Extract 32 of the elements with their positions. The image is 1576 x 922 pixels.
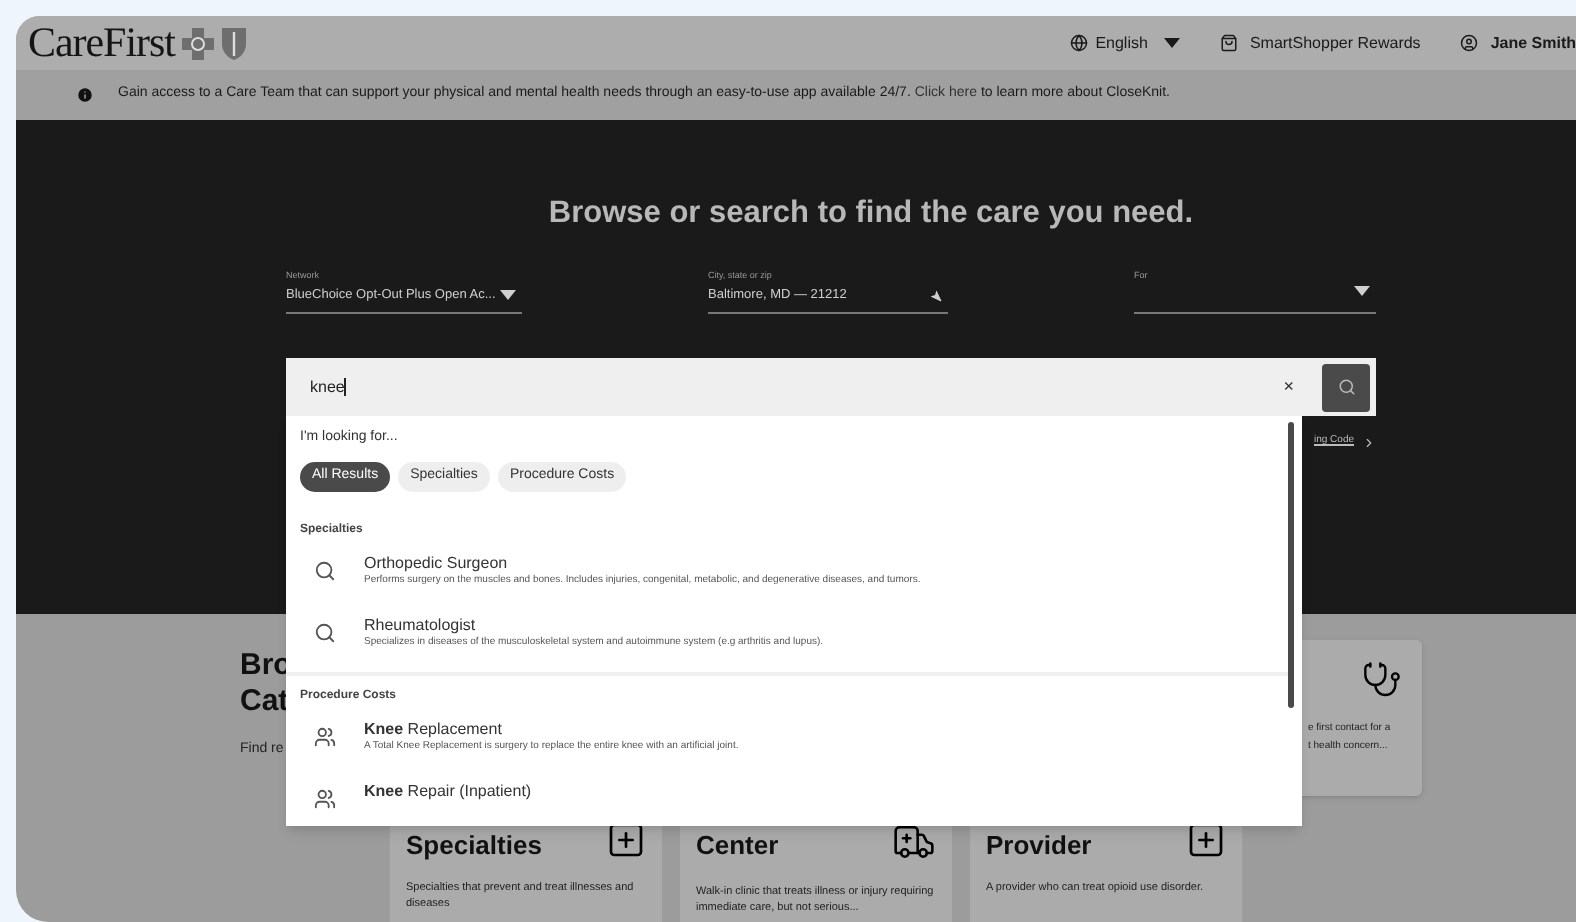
caret-icon [1354, 285, 1370, 296]
bag-icon [1219, 34, 1238, 52]
stethoscope-icon [1362, 660, 1402, 700]
plus-icon [606, 820, 646, 860]
people-icon [314, 725, 336, 748]
location-arrow-icon [930, 289, 942, 302]
browse-heading: Cat [240, 684, 289, 720]
search-button[interactable] [1322, 363, 1370, 412]
caret-icon [500, 290, 516, 301]
card-title: Center [696, 832, 779, 858]
language-select[interactable]: English [1069, 31, 1180, 55]
rewards-link[interactable]: SmartShopper Rewards [1219, 31, 1421, 55]
clear-button[interactable]: × [1283, 374, 1294, 401]
user-menu[interactable]: Jane Smith [1460, 31, 1576, 55]
info-icon [76, 86, 94, 104]
cross-shield-logo-icon [182, 25, 251, 61]
search-field[interactable]: knee × [286, 358, 1376, 417]
card-title: Specialties [406, 832, 542, 858]
hero-title: Browse or search to find the care you need. [546, 194, 1196, 234]
ambulance-icon [892, 820, 936, 864]
search-icon [314, 621, 336, 644]
user-icon [1460, 34, 1479, 52]
people-icon [314, 787, 336, 810]
search-icon [1337, 378, 1355, 397]
logo[interactable]: CareFirst [28, 22, 175, 64]
caret-icon [1163, 38, 1180, 48]
result-item[interactable]: Knee Repair (Inpatient) [286, 773, 1288, 827]
chevron-right-icon [1362, 435, 1376, 449]
search-icon [314, 559, 336, 582]
card-title: Provider [986, 832, 1092, 858]
plus-icon [1186, 820, 1226, 860]
globe-icon [1069, 34, 1088, 52]
